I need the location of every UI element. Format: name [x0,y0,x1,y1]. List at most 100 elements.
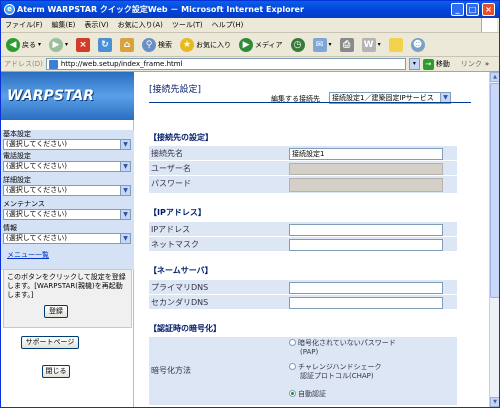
messenger-icon: ☻ [410,37,425,52]
forward-button[interactable]: ▶ ▾ [47,35,70,55]
chevron-down-icon: ▼ [120,186,130,195]
ip-address-label: IPアドレス [151,225,191,234]
maximize-button[interactable]: □ [466,3,479,16]
forward-dropdown-icon[interactable]: ▾ [65,41,68,48]
right-frame: [接続先設定] 編集する接続先 接続設定1／建築固定IPサービス ▼ 【接続先の… [135,72,489,407]
ip-address-field[interactable] [289,224,443,236]
address-input[interactable]: http://web.setup/index_frame.html [45,58,406,70]
page-icon [48,60,58,69]
history-icon: ◷ [290,37,305,52]
go-arrow-icon: → [422,58,434,70]
row-primary-dns: プライマリDNS [149,280,457,295]
mail-icon: ✉ [312,37,327,52]
scroll-thumb[interactable] [490,83,499,298]
nav-group-phone: 電話設定 (選択してください) ▼ [3,152,131,172]
radio-chap[interactable]: チャレンジハンドシェーク 認証プロトコル(CHAP) [289,363,382,381]
minimize-button[interactable]: _ [451,3,464,16]
home-icon: ⌂ [120,37,135,52]
mail-dropdown-icon[interactable]: ▾ [329,41,332,48]
print-button[interactable]: ⎙ [338,35,356,55]
row-secondary-dns: セカンダリDNS [149,295,457,310]
media-icon: ▶ [239,37,254,52]
nav-select-detail[interactable]: (選択してください) ▼ [3,185,131,196]
back-button[interactable]: ◀ 戻る ▾ [4,35,43,55]
refresh-icon: ↻ [98,37,113,52]
favorites-label: お気に入り [196,40,232,49]
forward-arrow-icon: ▶ [49,37,64,52]
radio-auto-circle[interactable] [289,390,296,397]
nav-select-phone-value: (選択してください) [6,162,68,170]
nav-select-phone[interactable]: (選択してください) ▼ [3,161,131,172]
section-connection: 【接続先の設定】 [149,133,213,142]
chevron-down-icon: ▼ [120,210,130,219]
support-page-button[interactable]: サポートページ [21,336,79,349]
scroll-down-icon[interactable]: ▼ [490,397,499,407]
close-window-button[interactable]: × [482,3,495,16]
nav-select-maintenance[interactable]: (選択してください) ▼ [3,209,131,220]
menu-list-link[interactable]: メニュー一覧 [7,250,49,260]
nav-select-basic-value: (選択してください) [6,140,68,148]
connection-name-field[interactable]: 接続設定1 [289,148,443,160]
search-button[interactable]: ⚲ 検索 [140,35,174,55]
register-note-text: このボタンをクリックして設定を登録します。[WARPSTAR(親機)を再起動しま… [7,273,126,299]
links-chevron-icon[interactable]: » [485,60,489,68]
radio-auto-label: 自動認証 [298,390,326,398]
radio-pap-circle[interactable] [289,339,296,346]
menu-help[interactable]: ヘルプ(H) [212,20,244,30]
radio-auto[interactable]: 自動認証 [289,390,326,399]
menu-bar: ファイル(F) 編集(E) 表示(V) お気に入り(A) ツール(T) ヘルプ(… [1,18,499,33]
address-dropdown-icon[interactable]: ▾ [408,58,420,70]
discuss-button[interactable] [387,35,405,55]
netmask-label: ネットマスク [151,240,199,249]
radio-pap[interactable]: 暗号化されていないパスワード (PAP) [289,339,396,357]
search-label: 検索 [158,40,173,49]
stop-button[interactable]: × [74,35,92,55]
nav-group-basic: 基本設定 (選択してください) ▼ [3,130,131,150]
left-frame: WARPSTAR 基本設定 (選択してください) ▼ 電話設定 (選択してくださ… [1,72,134,407]
nav-label-phone: 電話設定 [3,152,31,160]
warpstar-logo: WARPSTAR [1,72,134,120]
home-button[interactable]: ⌂ [118,35,136,55]
radio-chap-circle[interactable] [289,363,296,370]
refresh-button[interactable]: ↻ [96,35,114,55]
vertical-scrollbar[interactable]: ▲ ▼ [489,72,499,407]
nav-select-basic[interactable]: (選択してください) ▼ [3,139,131,150]
user-name-label: ユーザー名 [151,164,191,173]
links-button[interactable]: リンク [461,59,482,69]
menu-file[interactable]: ファイル(F) [5,20,43,30]
history-button[interactable]: ◷ [289,35,307,55]
menu-favorites[interactable]: お気に入り(A) [118,20,163,30]
nav-select-info[interactable]: (選択してください) ▼ [3,233,131,244]
password-field [289,178,443,192]
favorites-button[interactable]: ★ お気に入り [178,35,233,55]
nav-group-info: 情報 (選択してください) ▼ [3,224,131,244]
nav-label-basic: 基本設定 [3,130,31,138]
media-button[interactable]: ▶ メディア [237,35,285,55]
nav-select-detail-value: (選択してください) [6,186,68,194]
back-dropdown-icon[interactable]: ▾ [38,41,41,48]
messenger-button[interactable]: ☻ [409,35,427,55]
menu-view[interactable]: 表示(V) [84,20,108,30]
window-title: Aterm WARPSTAR クイック設定Web － Microsoft Int… [17,5,304,14]
section-ip: 【IPアドレス】 [149,208,206,217]
primary-dns-label: プライマリDNS [151,283,209,292]
primary-dns-field[interactable] [289,282,443,294]
close-button[interactable]: 閉じる [42,365,70,378]
toolbar: ◀ 戻る ▾ ▶ ▾ × ↻ ⌂ ⚲ 検索 ★ お気に入り ▶ メディア ◷ ✉… [1,33,499,57]
go-button[interactable]: → 移動 [422,58,450,70]
row-user-name: ユーザー名 [149,161,457,176]
edit-target-value: 接続設定1／建築固定IPサービス [332,94,434,102]
nav-select-maintenance-value: (選択してください) [6,210,68,218]
menu-tools[interactable]: ツール(T) [172,20,203,30]
print-icon: ⎙ [339,37,354,52]
mail-button[interactable]: ✉ ▾ [311,35,334,55]
scroll-up-icon[interactable]: ▲ [490,72,499,82]
edit-icon: W [361,37,376,52]
register-button[interactable]: 登録 [44,305,68,318]
secondary-dns-field[interactable] [289,297,443,309]
edit-button[interactable]: W ▾ [360,35,383,55]
stop-icon: × [76,37,91,52]
netmask-field[interactable] [289,239,443,251]
edit-dropdown-icon[interactable]: ▾ [378,41,381,48]
menu-edit[interactable]: 編集(E) [52,20,76,30]
